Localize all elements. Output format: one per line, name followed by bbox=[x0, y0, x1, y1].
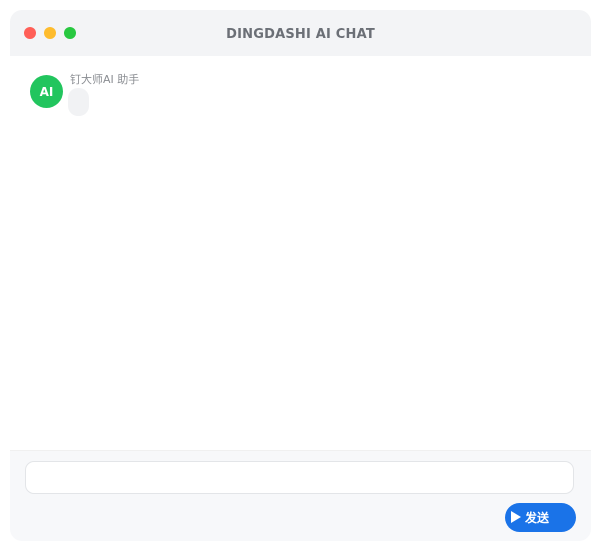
window-title: DINGDASHI AI CHAT bbox=[226, 27, 375, 42]
sender-name: 钉大师AI 助手 bbox=[70, 73, 140, 86]
message-bubble bbox=[68, 88, 89, 116]
play-triangle-icon bbox=[511, 511, 521, 523]
composer-panel: 发送 bbox=[10, 450, 591, 541]
chat-window: DINGDASHI AI CHAT AI 钉大师AI 助手 发送 bbox=[10, 10, 591, 541]
message-input[interactable] bbox=[25, 461, 574, 494]
ai-avatar: AI bbox=[30, 75, 63, 108]
send-label: 发送 bbox=[525, 511, 550, 525]
send-button[interactable]: 发送 bbox=[505, 503, 576, 532]
title-bar: DINGDASHI AI CHAT bbox=[10, 10, 591, 57]
message-list: AI 钉大师AI 助手 bbox=[10, 56, 591, 450]
